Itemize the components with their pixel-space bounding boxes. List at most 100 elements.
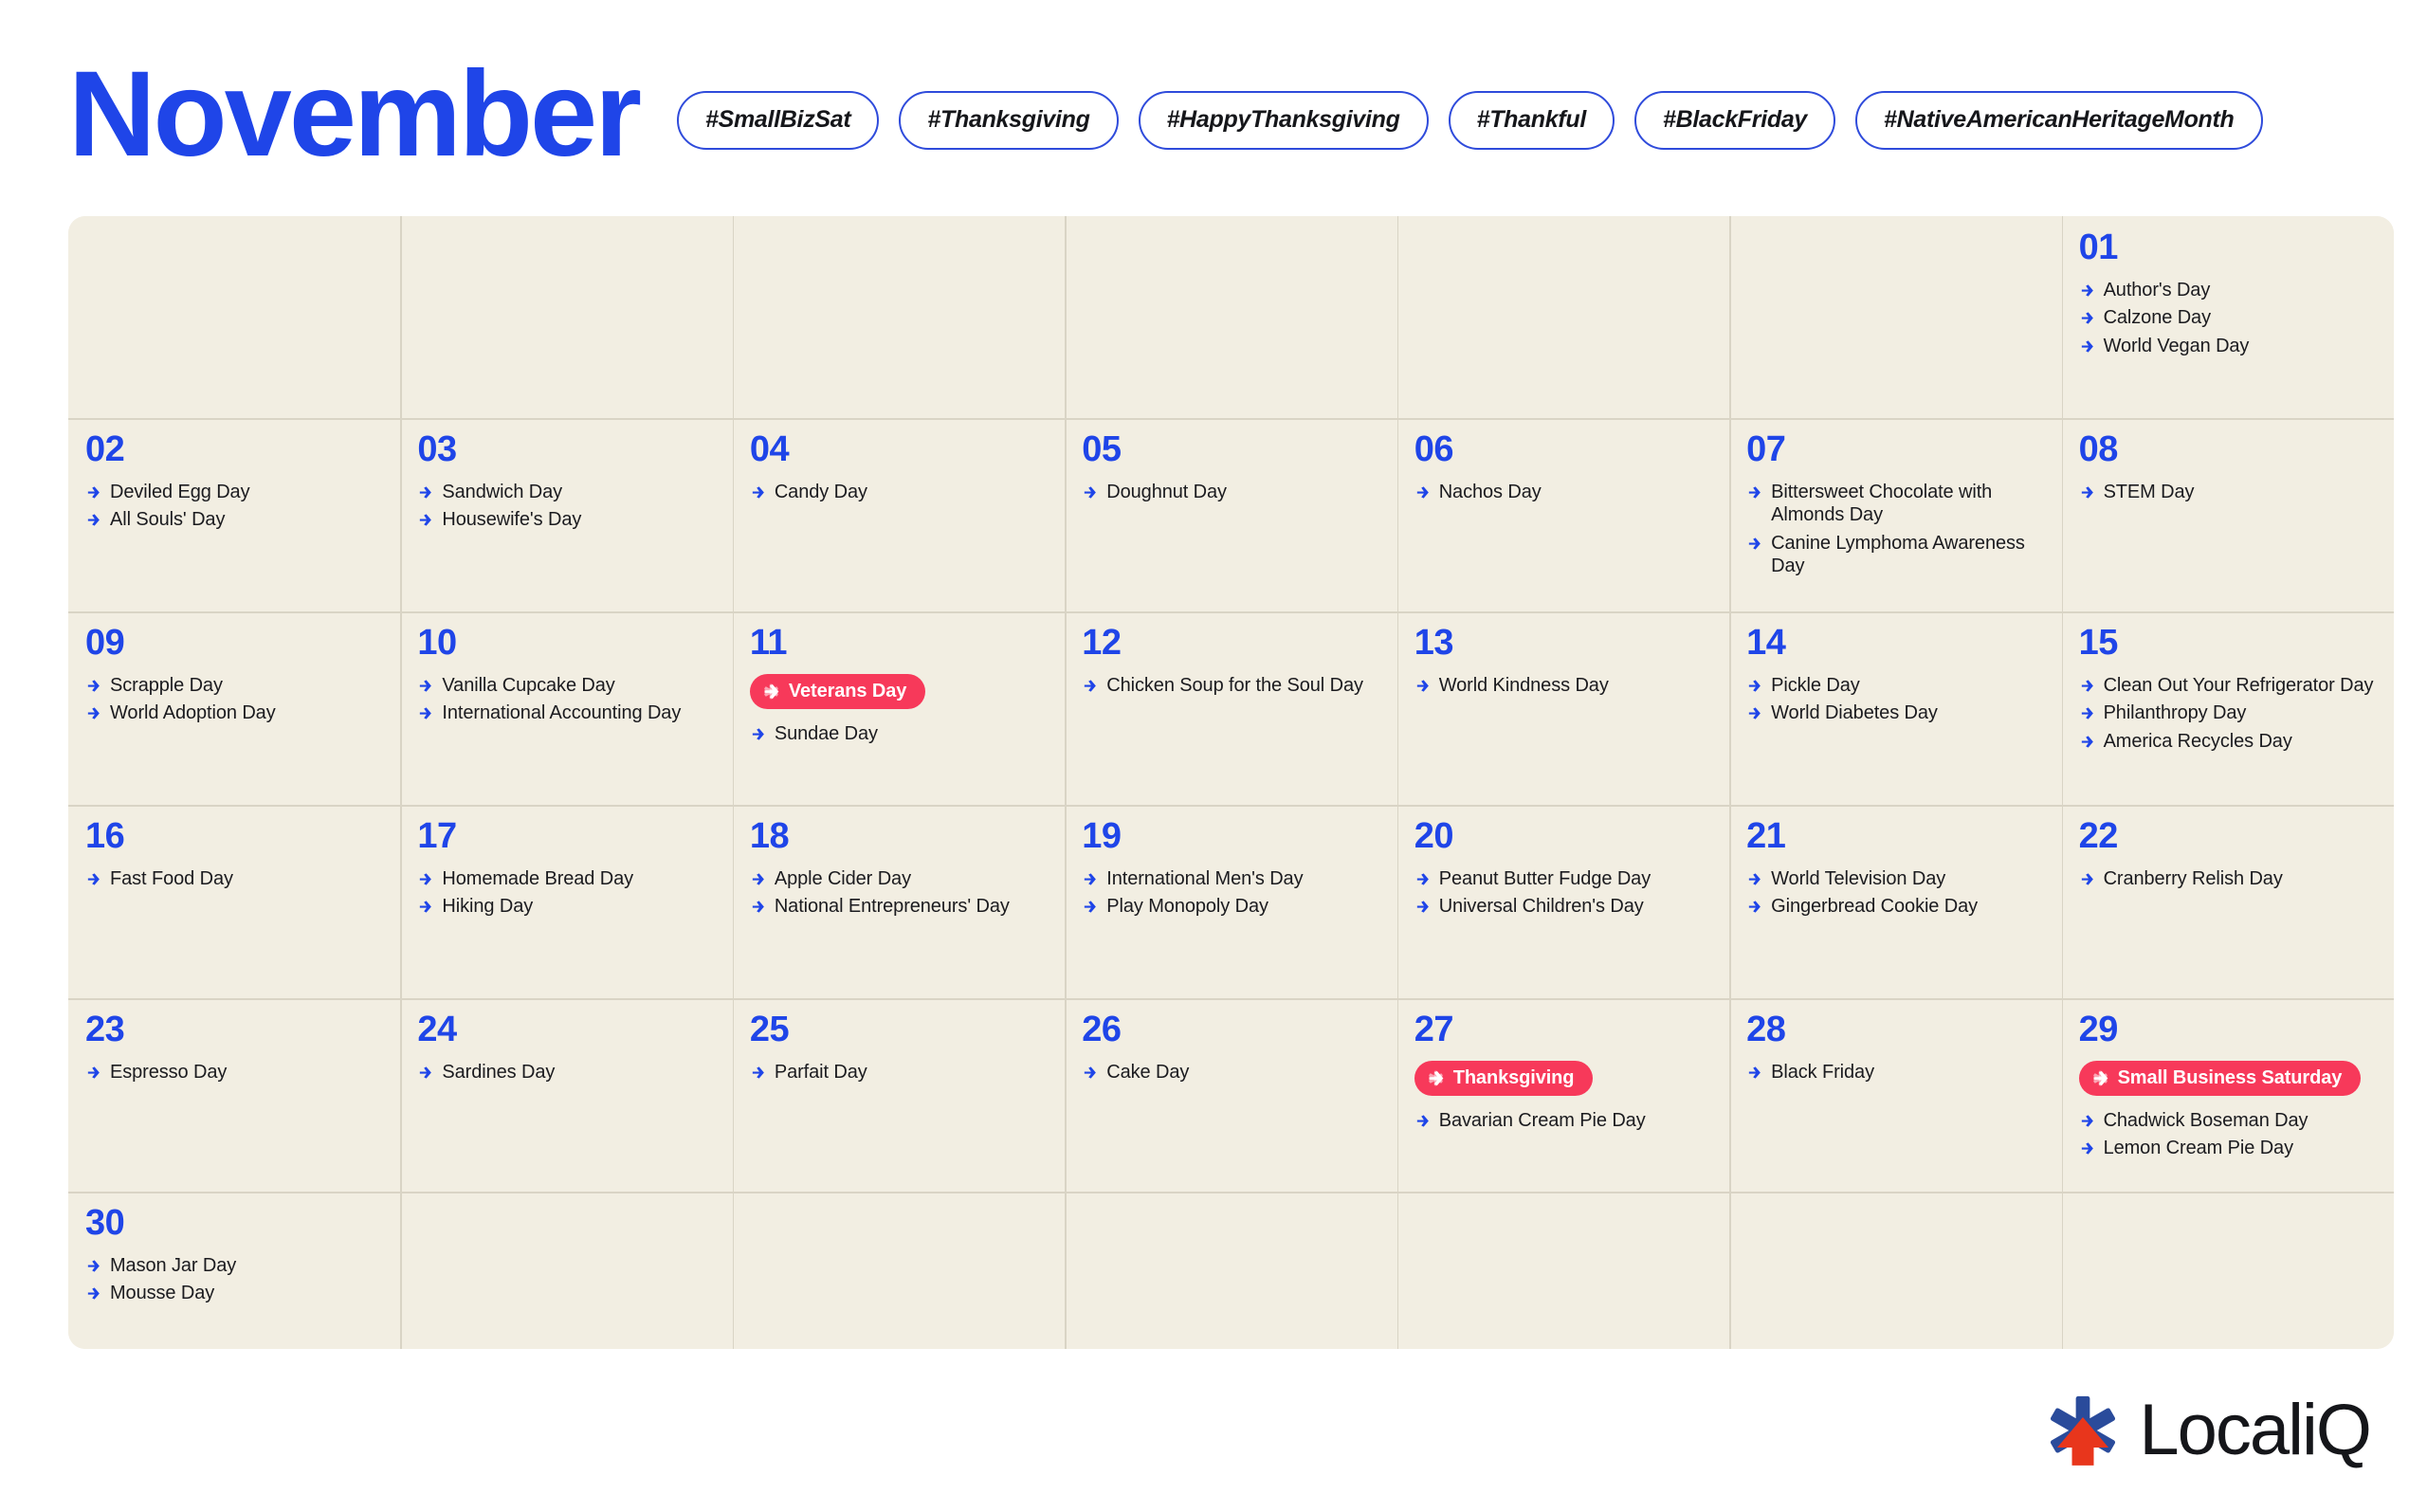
event-list: Parfait Day [750, 1061, 1048, 1084]
event-label: Philanthropy Day [2103, 702, 2247, 724]
day-number: 19 [1082, 816, 1122, 856]
calendar-day-cell[interactable]: 14 Pickle Day World Diabetes Day [1729, 611, 2062, 805]
day-number: 10 [417, 623, 457, 663]
event-item: International Men's Day [1082, 867, 1379, 890]
arrow-right-icon [1416, 680, 1429, 692]
event-item: Bavarian Cream Pie Day [1414, 1109, 1712, 1132]
event-list: Vanilla Cupcake Day International Account… [417, 674, 715, 725]
arrow-right-icon [1085, 1066, 1097, 1079]
event-label: National Entrepreneurs' Day [774, 896, 1010, 918]
badge-arrow-icon [2092, 1070, 2108, 1085]
holiday-badge-label: Veterans Day [788, 681, 907, 701]
event-list: Homemade Bread Day Hiking Day [417, 867, 715, 919]
event-item: Nachos Day [1414, 481, 1712, 503]
calendar-day-cell[interactable]: 12 Chicken Soup for the Soul Day [1065, 611, 1397, 805]
calendar-day-cell[interactable]: 04 Candy Day [732, 418, 1066, 611]
calendar-day-cell[interactable]: 23 Espresso Day [68, 998, 401, 1192]
event-list: Sandwich Day Housewife's Day [417, 481, 715, 532]
holiday-badge[interactable]: Veterans Day [749, 674, 926, 709]
event-item: Black Friday [1746, 1061, 2044, 1084]
calendar-day-cell[interactable]: 27 Thanksgiving Bavarian Cream Pie Day [1396, 998, 1730, 1192]
calendar-day-cell[interactable]: 13 World Kindness Day [1396, 611, 1730, 805]
event-item: Homemade Bread Day [417, 867, 715, 890]
day-number: 14 [1746, 623, 1786, 663]
event-label: Candy Day [774, 482, 867, 502]
calendar-day-cell[interactable]: 24 Sardines Day [400, 998, 733, 1192]
calendar-day-cell[interactable]: 28 Black Friday [1729, 998, 2062, 1192]
page-header: November #SmallBizSat #Thanksgiving #Happy… [68, 44, 2391, 186]
calendar-day-cell[interactable]: 03 Sandwich Day Housewife's Day [400, 418, 733, 611]
event-label: Peanut Butter Fudge Day [1438, 868, 1651, 889]
calendar-day-cell[interactable]: 06 Nachos Day [1396, 418, 1730, 611]
hashtag-pill[interactable]: #Thanksgiving [899, 91, 1119, 150]
calendar-day-cell[interactable]: 09 Scrapple Day World Adoption Day [68, 611, 401, 805]
day-number: 21 [1746, 816, 1786, 856]
calendar-day-cell[interactable]: 19 International Men's Day Play Monopoly D… [1065, 805, 1397, 998]
calendar-day-cell[interactable]: 21 World Television Day Gingerbread Cookie… [1729, 805, 2062, 998]
event-item: Candy Day [750, 481, 1048, 503]
calendar-day-cell[interactable]: 18 Apple Cider Day National Entrepreneurs'… [732, 805, 1066, 998]
calendar-cell-empty [1396, 216, 1730, 418]
arrow-right-icon [2081, 486, 2093, 499]
event-list: Clean Out Your Refrigerator Day Philanthr… [2079, 674, 2377, 753]
day-number: 05 [1082, 429, 1122, 469]
day-number: 23 [85, 1010, 125, 1049]
hashtag-pill[interactable]: #NativeAmericanHeritageMonth [1855, 91, 2263, 150]
event-item: Mason Jar Day [85, 1254, 383, 1277]
arrow-right-icon [87, 514, 100, 526]
day-number: 09 [85, 623, 125, 663]
calendar-day-cell[interactable]: 15 Clean Out Your Refrigerator Day Philant… [2061, 611, 2394, 805]
calendar-grid: 01 Author's Day Calzone Day World Vegan Day… [68, 216, 2394, 1349]
event-list: Thanksgiving Bavarian Cream Pie Day [1414, 1061, 1712, 1132]
event-label: Mason Jar Day [110, 1255, 237, 1276]
event-label: World Adoption Day [110, 702, 276, 724]
event-list: Bittersweet Chocolate with Almonds Day Ca… [1746, 481, 2044, 578]
calendar-day-cell[interactable]: 05 Doughnut Day [1065, 418, 1397, 611]
day-number: 27 [1414, 1010, 1454, 1049]
calendar-day-cell[interactable]: 08 STEM Day [2061, 418, 2394, 611]
event-item: Lemon Cream Pie Day [2079, 1137, 2377, 1159]
calendar-day-cell[interactable]: 30 Mason Jar Day Mousse Day [68, 1192, 401, 1349]
calendar-day-cell[interactable]: 17 Homemade Bread Day Hiking Day [400, 805, 733, 998]
event-item: All Souls' Day [85, 508, 383, 531]
hashtag-pill[interactable]: #HappyThanksgiving [1138, 91, 1429, 150]
hashtag-pill[interactable]: #BlackFriday [1633, 91, 1836, 150]
calendar-day-cell[interactable]: 25 Parfait Day [732, 998, 1066, 1192]
event-list: Mason Jar Day Mousse Day [85, 1254, 383, 1305]
day-number: 08 [2078, 429, 2119, 469]
hashtag-pill[interactable]: #SmallBizSat [677, 91, 880, 150]
event-label: Lemon Cream Pie Day [2103, 1138, 2294, 1159]
calendar-day-cell[interactable]: 29 Small Business Saturday Chadwick Bosema… [2061, 998, 2394, 1192]
calendar-day-cell[interactable]: 02 Deviled Egg Day All Souls' Day [68, 418, 401, 611]
localiq-wordmark: LocaliQ [2139, 1390, 2372, 1470]
event-item: International Accounting Day [417, 701, 715, 724]
calendar-cell-empty [1065, 1192, 1397, 1349]
day-number: 26 [1082, 1010, 1122, 1049]
calendar-day-cell[interactable]: 16 Fast Food Day [68, 805, 401, 998]
calendar-day-cell[interactable]: 07 Bittersweet Chocolate with Almonds Day… [1729, 418, 2062, 611]
hashtag-pill[interactable]: #Thankful [1448, 91, 1615, 150]
event-label: Doughnut Day [1106, 482, 1227, 502]
event-label: Homemade Bread Day [442, 868, 634, 889]
event-list: World Television Day Gingerbread Cookie D… [1746, 867, 2044, 919]
arrow-right-icon [752, 901, 764, 913]
calendar-day-cell[interactable]: 26 Cake Day [1065, 998, 1397, 1192]
calendar-day-cell[interactable]: 22 Cranberry Relish Day [2061, 805, 2394, 998]
event-label: Author's Day [2103, 280, 2211, 301]
holiday-badge[interactable]: Small Business Saturday [2078, 1061, 2362, 1096]
event-label: America Recycles Day [2103, 730, 2292, 752]
event-item: World Adoption Day [85, 701, 383, 724]
badge-arrow-icon [1428, 1070, 1444, 1085]
day-number: 13 [1414, 623, 1454, 663]
calendar-day-cell[interactable]: 10 Vanilla Cupcake Day International Accou… [400, 611, 733, 805]
arrow-right-icon [2081, 1142, 2093, 1155]
day-number: 06 [1414, 429, 1454, 469]
event-label: World Kindness Day [1438, 675, 1609, 696]
calendar-day-cell[interactable]: 01 Author's Day Calzone Day World Vegan Day [2061, 216, 2394, 418]
calendar-day-cell[interactable]: 20 Peanut Butter Fudge Day Universal Child… [1396, 805, 1730, 998]
event-item: World Vegan Day [2079, 335, 2377, 357]
calendar-day-cell[interactable]: 11 Veterans Day Sundae Day [732, 611, 1066, 805]
event-item: Doughnut Day [1082, 481, 1379, 503]
event-list: Fast Food Day [85, 867, 383, 890]
holiday-badge[interactable]: Thanksgiving [1414, 1061, 1594, 1096]
